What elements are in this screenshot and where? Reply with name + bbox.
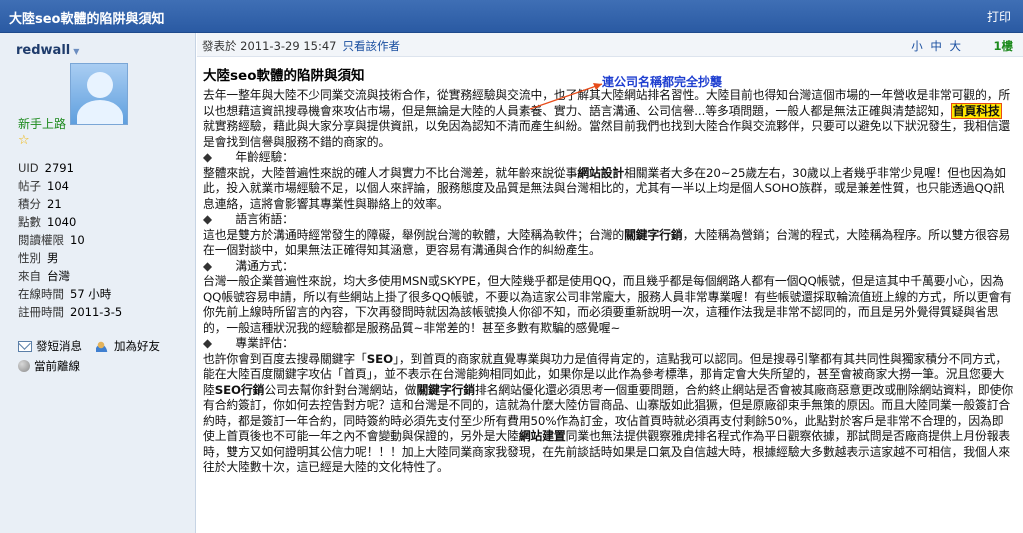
stat-credits: 積分 21 xyxy=(18,197,62,211)
highlighted-company-name: 首頁科技 xyxy=(950,102,1002,119)
paragraph-age-experience: 整體來說，大陸普遍性來說的確人才與實力不比台灣差，就年齡來說從事網站設計相關業者… xyxy=(203,165,1006,211)
send-message-label[interactable]: 發短消息 xyxy=(36,336,82,356)
add-friend-button[interactable]: 加為好友 xyxy=(96,336,160,356)
stat-location: 來自 台灣 xyxy=(18,269,70,283)
font-medium-button[interactable]: 中 xyxy=(930,39,942,53)
post-meta: 發表於 2011-3-29 15:47 只看該作者 xyxy=(202,38,400,54)
username-text[interactable]: redwall xyxy=(16,43,70,58)
font-small-button[interactable]: 小 xyxy=(911,39,923,53)
floor-number[interactable]: 1樓 xyxy=(993,38,1013,54)
heading-language-terms: ◆ 語言術語： xyxy=(203,212,294,226)
stat-points: 點數 1040 xyxy=(18,215,77,229)
view-author-only-link[interactable]: 只看該作者 xyxy=(342,39,400,53)
diamond-bullet-icon: ◆ xyxy=(203,258,236,273)
stat-posts: 帖子 104 xyxy=(18,179,69,193)
avatar-body xyxy=(77,100,123,124)
chevron-down-icon[interactable]: ▼ xyxy=(73,47,79,56)
post-meta-bar: 發表於 2011-3-29 15:47 只看該作者 小 中 大 1樓 xyxy=(197,33,1023,57)
mail-icon xyxy=(18,340,32,352)
diamond-bullet-icon: ◆ xyxy=(203,150,236,164)
profile-actions: 發短消息 加為好友 當前離線 xyxy=(18,336,160,376)
print-link[interactable]: 打印 xyxy=(987,8,1011,25)
post-content: 大陸seo軟體的陷阱與須知 去年一整年與大陸不少同業交流與技術合作，從實務經驗與… xyxy=(203,64,1013,476)
diamond-bullet-icon: ◆ xyxy=(203,212,236,226)
avatar[interactable] xyxy=(70,63,128,125)
user-rank: 新手上路 xyxy=(18,117,67,131)
stat-read-permission: 閱讀權限 10 xyxy=(18,233,85,247)
stat-registration-date: 註冊時間 2011-3-5 xyxy=(18,305,123,319)
font-size-switcher: 小 中 大 xyxy=(911,38,961,54)
heading-age-experience: ◆ 年齡經驗： xyxy=(203,150,294,164)
annotation-note: 連公司名稱都完全抄襲 xyxy=(602,75,723,89)
online-status: 當前離線 xyxy=(18,356,80,376)
heading-professional-evaluation: ◆ 專業評估： xyxy=(203,336,294,350)
thread-title-bar: 大陸seo軟體的陷阱與須知 打印 xyxy=(0,0,1023,33)
online-status-label: 當前離線 xyxy=(34,359,80,373)
post-body: 去年一整年與大陸不少同業交流與技術合作，從實務經驗與交流中，也了解其大陸網站排名… xyxy=(203,88,1013,476)
avatar-head xyxy=(87,72,113,98)
user-stats: UID 2791 帖子 104 積分 21 點數 1040 閱讀權限 10 性別男 來自台… xyxy=(18,159,122,321)
author-profile-panel: redwall ▼ 新手上路 ☆ UID 2791 帖子 104 積分 21 點數 104… xyxy=(0,33,196,533)
author-username[interactable]: redwall ▼ xyxy=(16,43,79,58)
stat-gender: 性別男 xyxy=(18,251,59,265)
paragraph-communication: 台灣一般企業普遍性來說，均大多使用MSN或SKYPE，但大陸幾乎都是使用QQ，而… xyxy=(203,274,1012,335)
post-timestamp: 發表於 2011-3-29 15:47 xyxy=(202,39,337,53)
add-user-icon xyxy=(96,340,110,352)
star-icon: ☆ xyxy=(18,133,30,148)
send-message-button[interactable]: 發短消息 xyxy=(18,336,82,356)
font-large-button[interactable]: 大 xyxy=(950,39,962,53)
thread-title: 大陸seo軟體的陷阱與須知 xyxy=(9,12,165,27)
paragraph-professional-evaluation: 也許你會到百度去搜尋關鍵字「SEO」，到首頁的商家就直覺專業與功力是值得肯定的，… xyxy=(203,351,1014,475)
heading-communication: ◆ 溝通方式： xyxy=(203,258,294,273)
paragraph-language-terms: 這也是雙方於溝通時經常發生的障礙，舉例說台灣的軟體，大陸稱為軟件；台灣的關鍵字行… xyxy=(203,227,1011,258)
add-friend-label[interactable]: 加為好友 xyxy=(114,336,160,356)
diamond-bullet-icon: ◆ xyxy=(203,336,236,350)
offline-status-icon xyxy=(18,360,30,372)
stat-uid: UID 2791 xyxy=(18,161,74,175)
stat-online-time: 在線時間 57 小時 xyxy=(18,287,112,301)
